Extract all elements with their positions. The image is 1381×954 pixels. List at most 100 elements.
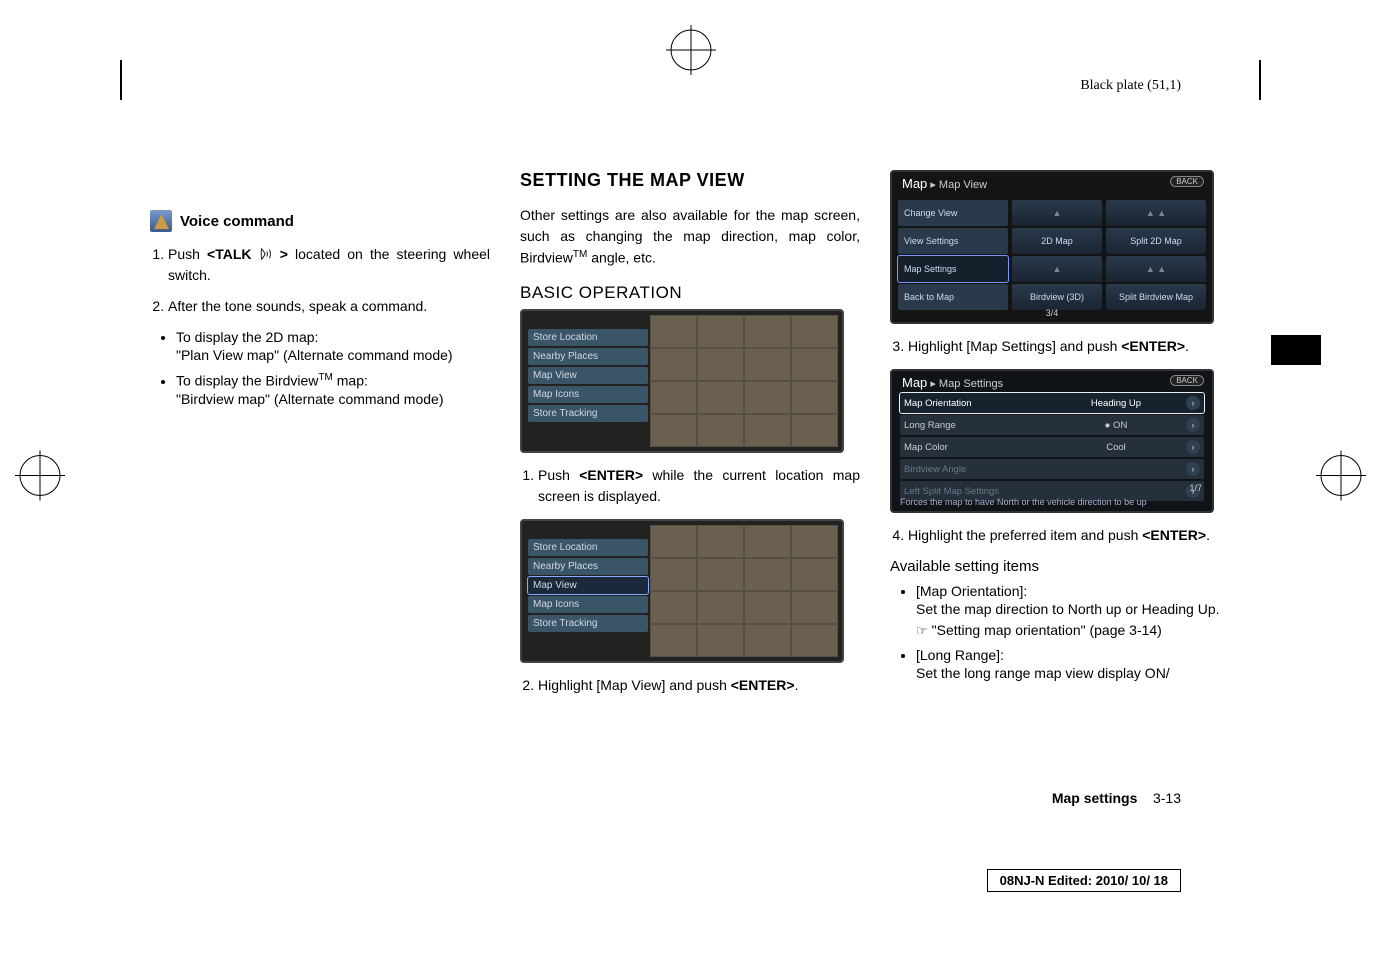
footer-page: 3-13	[1153, 790, 1181, 806]
nav-map-preview	[650, 315, 838, 447]
vc-step-1-close: >	[273, 246, 288, 262]
item-map-orientation: [Map Orientation]: Set the map direction…	[916, 583, 1230, 641]
ms-row-label: Left Split Map Settings	[904, 486, 1054, 497]
mo-desc: Set the map direction to North up or Hea…	[916, 599, 1230, 620]
nav-item-store-location[interactable]: Store Location	[528, 329, 648, 346]
mv-breadcrumb-map: Map	[902, 176, 927, 191]
mv-back-to-map[interactable]: Back to Map	[898, 284, 1008, 310]
ms-breadcrumb-path: ▸ Map Settings	[927, 378, 1003, 390]
vc-step-1: Push <TALK > located on the steering whe…	[168, 244, 490, 286]
basic-operation-heading: BASIC OPERATION	[520, 283, 860, 303]
talk-icon	[259, 247, 273, 261]
vc-bullet-2d-title: To display the 2D map:	[176, 329, 490, 345]
basic-step2-enter: <ENTER>	[731, 677, 795, 693]
basic-op-step-4: Highlight the preferred item and push <E…	[908, 525, 1230, 546]
mv-thumb-3: ▲	[1012, 256, 1102, 282]
step3-a: Highlight [Map Settings] and push	[908, 338, 1121, 354]
tab-marker	[1271, 335, 1321, 365]
voice-command-icon	[150, 210, 172, 232]
ms-back-label: BACK	[1176, 376, 1198, 385]
mv-split-2d-map[interactable]: Split 2D Map	[1106, 228, 1206, 254]
page-content: Voice command Push <TALK > located on th…	[150, 170, 1250, 708]
intro-tm: TM	[573, 249, 587, 260]
footer-label: Map settings	[1052, 790, 1138, 806]
basic-step1-a: Push	[538, 467, 579, 483]
plate-number: Black plate (51,1)	[1080, 78, 1181, 94]
nav-item-store-location-2[interactable]: Store Location	[528, 539, 648, 556]
vc-bullet-birdview-desc: "Birdview map" (Alternate command mode)	[176, 389, 490, 410]
nav-sidebar-2: Store Location Nearby Places Map View Ma…	[528, 539, 648, 632]
mo-ref-text: "Setting map orientation" (page 3-14)	[932, 622, 1162, 638]
ms-page-indicator: 1/7	[1189, 483, 1202, 493]
basic-step1-enter: <ENTER>	[579, 467, 643, 483]
nav-sidebar: Store Location Nearby Places Map View Ma…	[528, 329, 648, 422]
nav-item-store-tracking-2[interactable]: Store Tracking	[528, 615, 648, 632]
item-long-range: [Long Range]: Set the long range map vie…	[916, 647, 1230, 684]
vc-bv-b: map:	[333, 373, 368, 389]
mv-breadcrumb: Map ▸ Map View	[902, 176, 987, 191]
mv-breadcrumb-path: ▸ Map View	[927, 179, 987, 191]
step4-b: .	[1206, 527, 1210, 543]
nav-map-preview-2	[650, 525, 838, 657]
ms-row-label: Map Orientation	[904, 398, 1054, 409]
mv-view-settings[interactable]: View Settings	[898, 228, 1008, 254]
nav-item-store-tracking[interactable]: Store Tracking	[528, 405, 648, 422]
chevron-right-icon: ›	[1186, 418, 1200, 432]
vc-step-1-prefix: Push	[168, 246, 207, 262]
mv-thumb-4: ▲ ▲	[1106, 256, 1206, 282]
page-footer: Map settings 3-13	[1052, 790, 1181, 806]
vc-step-1-talk: <TALK	[207, 246, 259, 262]
ms-row-label: Birdview Angle	[904, 464, 1054, 475]
column-map-settings: Map ▸ Map View BACK Change View ▲ ▲ ▲ Vi…	[890, 170, 1230, 708]
nav-item-map-icons-2[interactable]: Map Icons	[528, 596, 648, 613]
ms-back-button[interactable]: BACK	[1170, 375, 1204, 386]
ms-breadcrumb: Map ▸ Map Settings	[902, 375, 1003, 390]
nav-item-nearby-places-2[interactable]: Nearby Places	[528, 558, 648, 575]
intro-a: Other settings are also available for th…	[520, 207, 860, 266]
nav-item-map-icons[interactable]: Map Icons	[528, 386, 648, 403]
screenshot-map-view-settings: Map ▸ Map View BACK Change View ▲ ▲ ▲ Vi…	[890, 170, 1214, 324]
mv-change-view[interactable]: Change View	[898, 200, 1008, 226]
mv-split-birdview[interactable]: Split Birdview Map	[1106, 284, 1206, 310]
ms-row[interactable]: Map OrientationHeading Up›	[900, 393, 1204, 413]
vc-bullet-2d-desc: "Plan View map" (Alternate command mode)	[176, 345, 490, 366]
ms-breadcrumb-map: Map	[902, 375, 927, 390]
step4-enter: <ENTER>	[1142, 527, 1206, 543]
ms-row[interactable]: Birdview Angle ›	[900, 459, 1204, 479]
vc-step-2: After the tone sounds, speak a command.	[168, 296, 490, 317]
trim-mark-right	[1259, 60, 1261, 100]
ms-row[interactable]: Map ColorCool›	[900, 437, 1204, 457]
step4-a: Highlight the preferred item and push	[908, 527, 1142, 543]
crop-mark-left	[10, 446, 70, 509]
mv-2d-map[interactable]: 2D Map	[1012, 228, 1102, 254]
intro-b: angle, etc.	[587, 250, 656, 266]
crop-mark-top	[661, 20, 721, 83]
basic-step2-b: .	[795, 677, 799, 693]
vc-bullet-birdview: To display the BirdviewTM map: "Birdview…	[176, 372, 490, 410]
nav-item-map-view[interactable]: Map View	[528, 367, 648, 384]
mv-birdview-3d[interactable]: Birdview (3D)	[1012, 284, 1102, 310]
vc-bv-tm: TM	[318, 372, 332, 383]
chevron-right-icon: ›	[1186, 462, 1200, 476]
mv-back-button[interactable]: BACK	[1170, 176, 1204, 187]
mv-back-label: BACK	[1176, 177, 1198, 186]
nav-item-map-view-2[interactable]: Map View	[528, 577, 648, 594]
ms-help-message: Forces the map to have North or the vehi…	[900, 497, 1147, 507]
basic-step2-a: Highlight [Map View] and push	[538, 677, 731, 693]
step3-b: .	[1185, 338, 1189, 354]
ms-row-label: Map Color	[904, 442, 1054, 453]
screenshot-map-menu-initial: BACK Store Location Nearby Places Map Vi…	[520, 309, 844, 453]
ms-row-value: Cool	[1054, 442, 1178, 453]
mv-map-settings[interactable]: Map Settings	[898, 256, 1008, 282]
vc-bullet-2d: To display the 2D map: "Plan View map" (…	[176, 329, 490, 366]
basic-op-step-1: Push <ENTER> while the current location …	[538, 465, 860, 507]
basic-op-step-2: Highlight [Map View] and push <ENTER>.	[538, 675, 860, 696]
chevron-right-icon: ›	[1186, 396, 1200, 410]
basic-op-step-3: Highlight [Map Settings] and push <ENTER…	[908, 336, 1230, 357]
ms-row-value: ● ON	[1054, 420, 1178, 431]
step3-enter: <ENTER>	[1121, 338, 1185, 354]
nav-item-nearby-places[interactable]: Nearby Places	[528, 348, 648, 365]
ms-row[interactable]: Long Range● ON›	[900, 415, 1204, 435]
available-setting-items-heading: Available setting items	[890, 558, 1230, 575]
mv-page-indicator: 3/4	[1046, 308, 1059, 318]
